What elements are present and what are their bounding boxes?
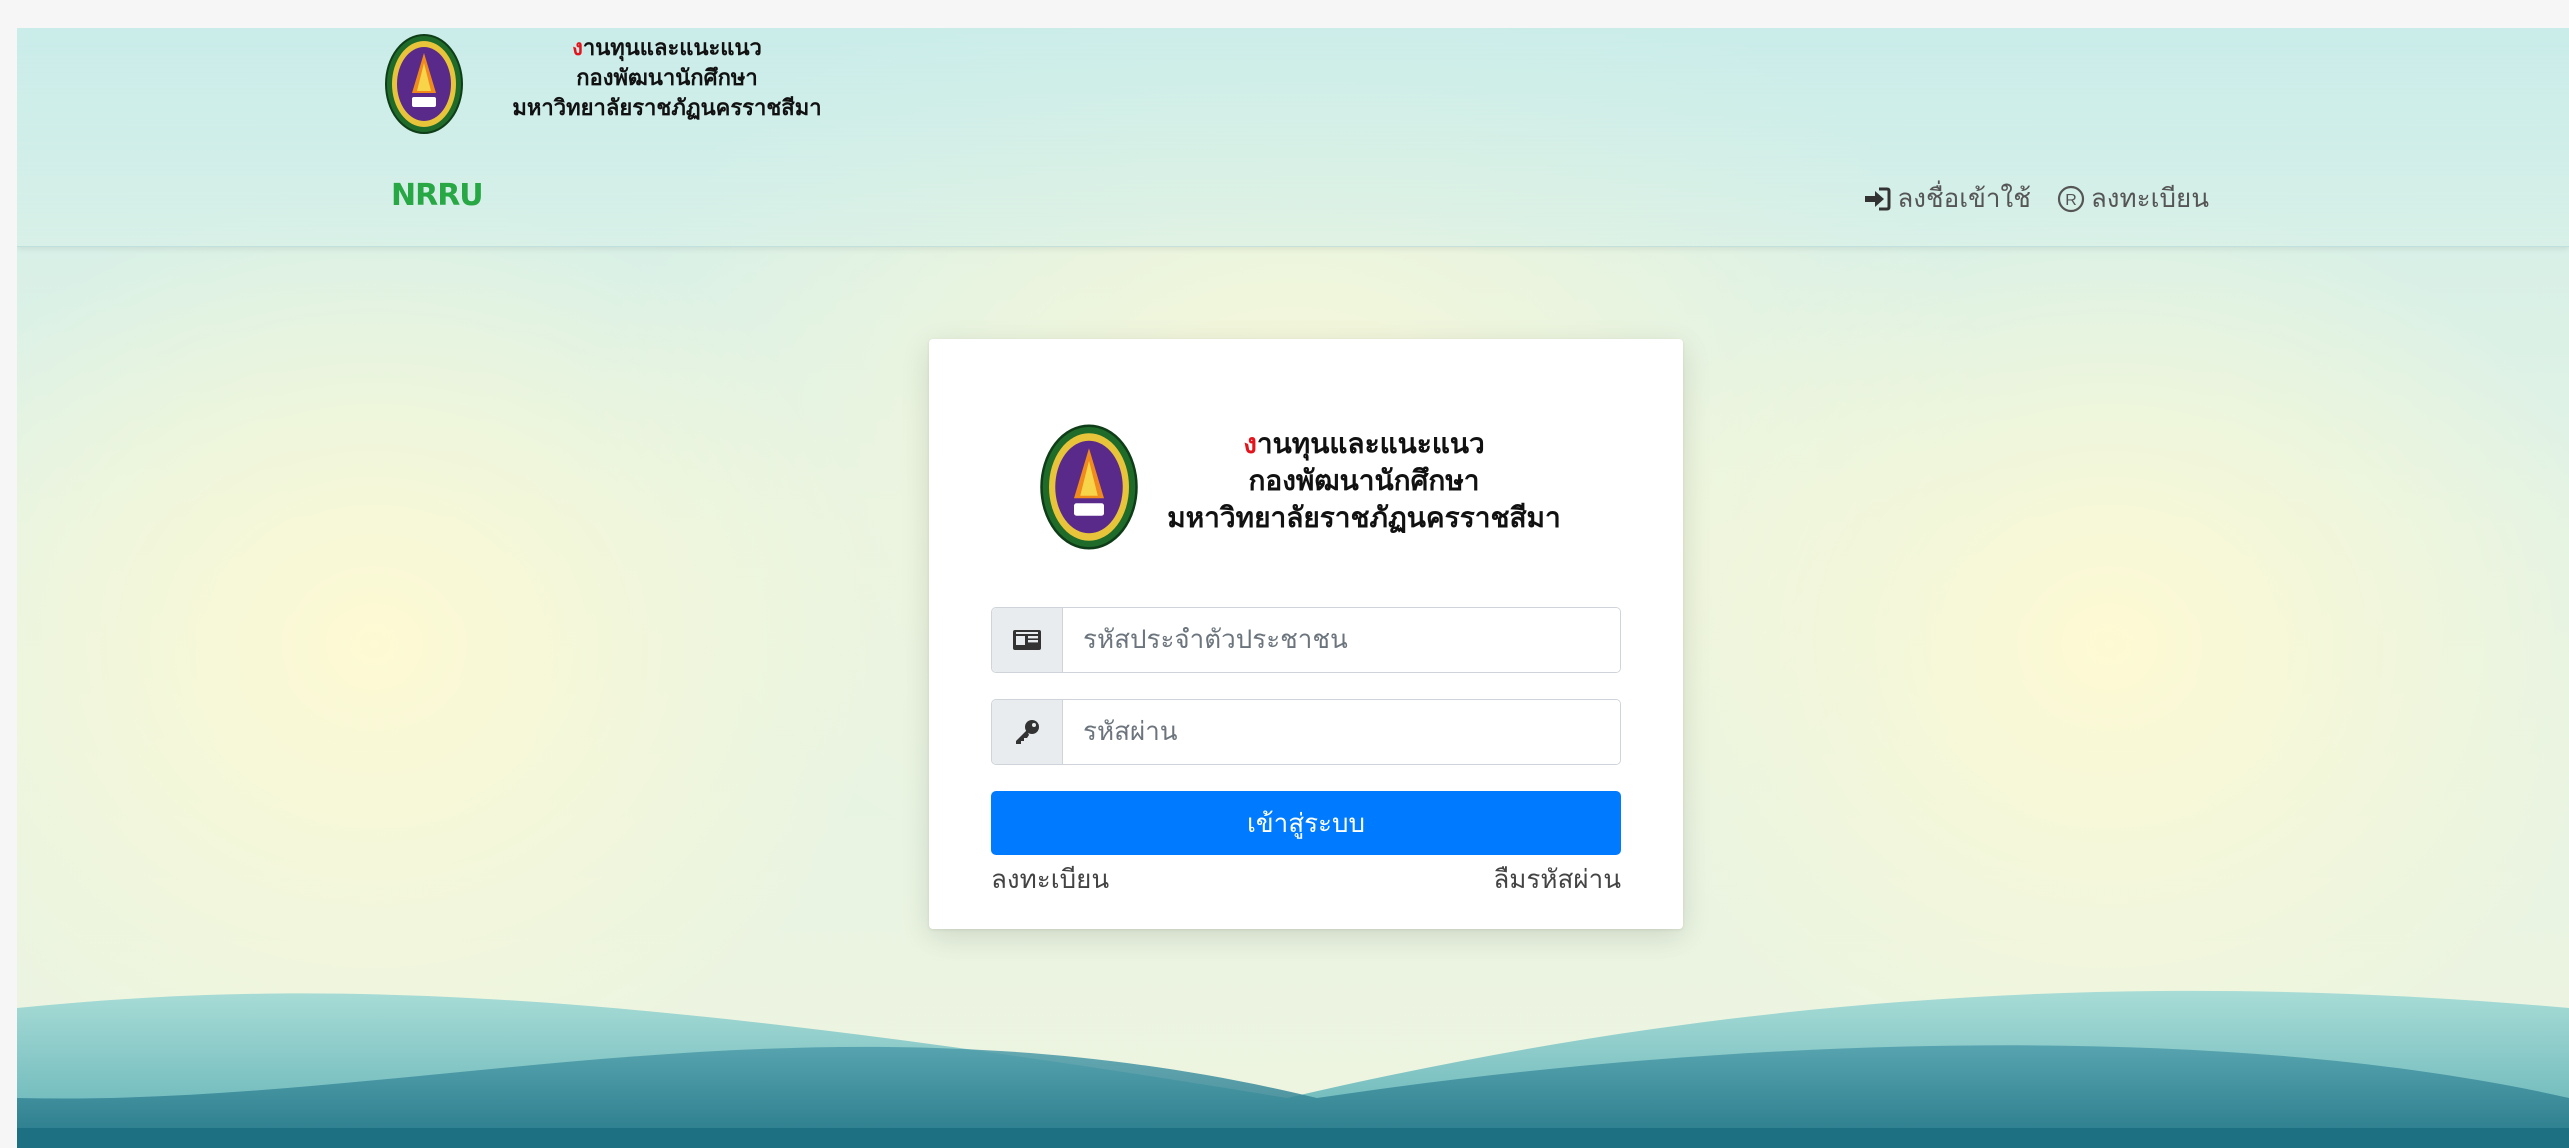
site-header: งานทุนและแนะแนว กองพัฒนานักศึกษา มหาวิทย… <box>17 28 2569 247</box>
card-brand-first-letter: ง <box>1243 427 1257 460</box>
card-brand-line-1: งานทุนและแนะแนว <box>1159 425 1569 462</box>
card-brand-line-2: กองพัฒนานักศึกษา <box>1248 464 1480 497</box>
brand-line-3: มหาวิทยาลัยราชภัฏนครราชสีมา <box>512 96 822 121</box>
university-emblem-logo <box>1040 424 1138 550</box>
registered-icon: R <box>2057 185 2084 212</box>
citizen-id-input[interactable] <box>1063 608 1620 672</box>
brand-line-2: กองพัฒนานักศึกษา <box>576 66 758 91</box>
login-button[interactable]: เข้าสู่ระบบ <box>991 791 1621 855</box>
card-brand-line-3: มหาวิทยาลัยราชภัฏนครราชสีมา <box>1167 501 1561 534</box>
card-brand-text: งานทุนและแนะแนว กองพัฒนานักศึกษา มหาวิทย… <box>1159 425 1569 536</box>
id-input-group <box>991 607 1621 673</box>
header-brand-text: งานทุนและแนะแนว กองพัฒนานักศึกษา มหาวิทย… <box>472 34 862 124</box>
university-emblem-logo <box>385 34 463 134</box>
card-brand-line-1-rest: านทุนและแนะแนว <box>1256 427 1485 460</box>
brand-first-letter: ง <box>572 36 583 61</box>
nav-login-link[interactable]: ลงชื่อเข้าใช้ <box>1863 178 2031 219</box>
id-card-icon <box>992 608 1063 672</box>
brand-line-1-rest: านทุนและแนะแนว <box>582 36 762 61</box>
sign-in-icon <box>1865 187 1891 210</box>
page-frame: งานทุนและแนะแนว กองพัฒนานักศึกษา มหาวิทย… <box>17 28 2569 1148</box>
nav-login-label: ลงชื่อเข้าใช้ <box>1897 184 2031 214</box>
password-input[interactable] <box>1063 700 1620 764</box>
nav-links: ลงชื่อเข้าใช้ R ลงทะเบียน <box>1863 178 2209 219</box>
nav-register-link[interactable]: R ลงทะเบียน <box>2057 178 2209 219</box>
forgot-password-link[interactable]: ลืมรหัสผ่าน <box>1493 859 1621 900</box>
wave-decoration <box>17 990 2569 1148</box>
svg-text:R: R <box>2065 192 2077 209</box>
login-card: งานทุนและแนะแนว กองพัฒนานักศึกษา มหาวิทย… <box>929 339 1683 929</box>
nav-register-label: ลงทะเบียน <box>2090 184 2209 214</box>
register-link[interactable]: ลงทะเบียน <box>991 859 1109 900</box>
password-input-group <box>991 699 1621 765</box>
nav-brand-link[interactable]: NRRU <box>391 178 484 213</box>
brand-line-1: งานทุนและแนะแนว <box>472 34 862 64</box>
key-icon <box>992 700 1063 764</box>
